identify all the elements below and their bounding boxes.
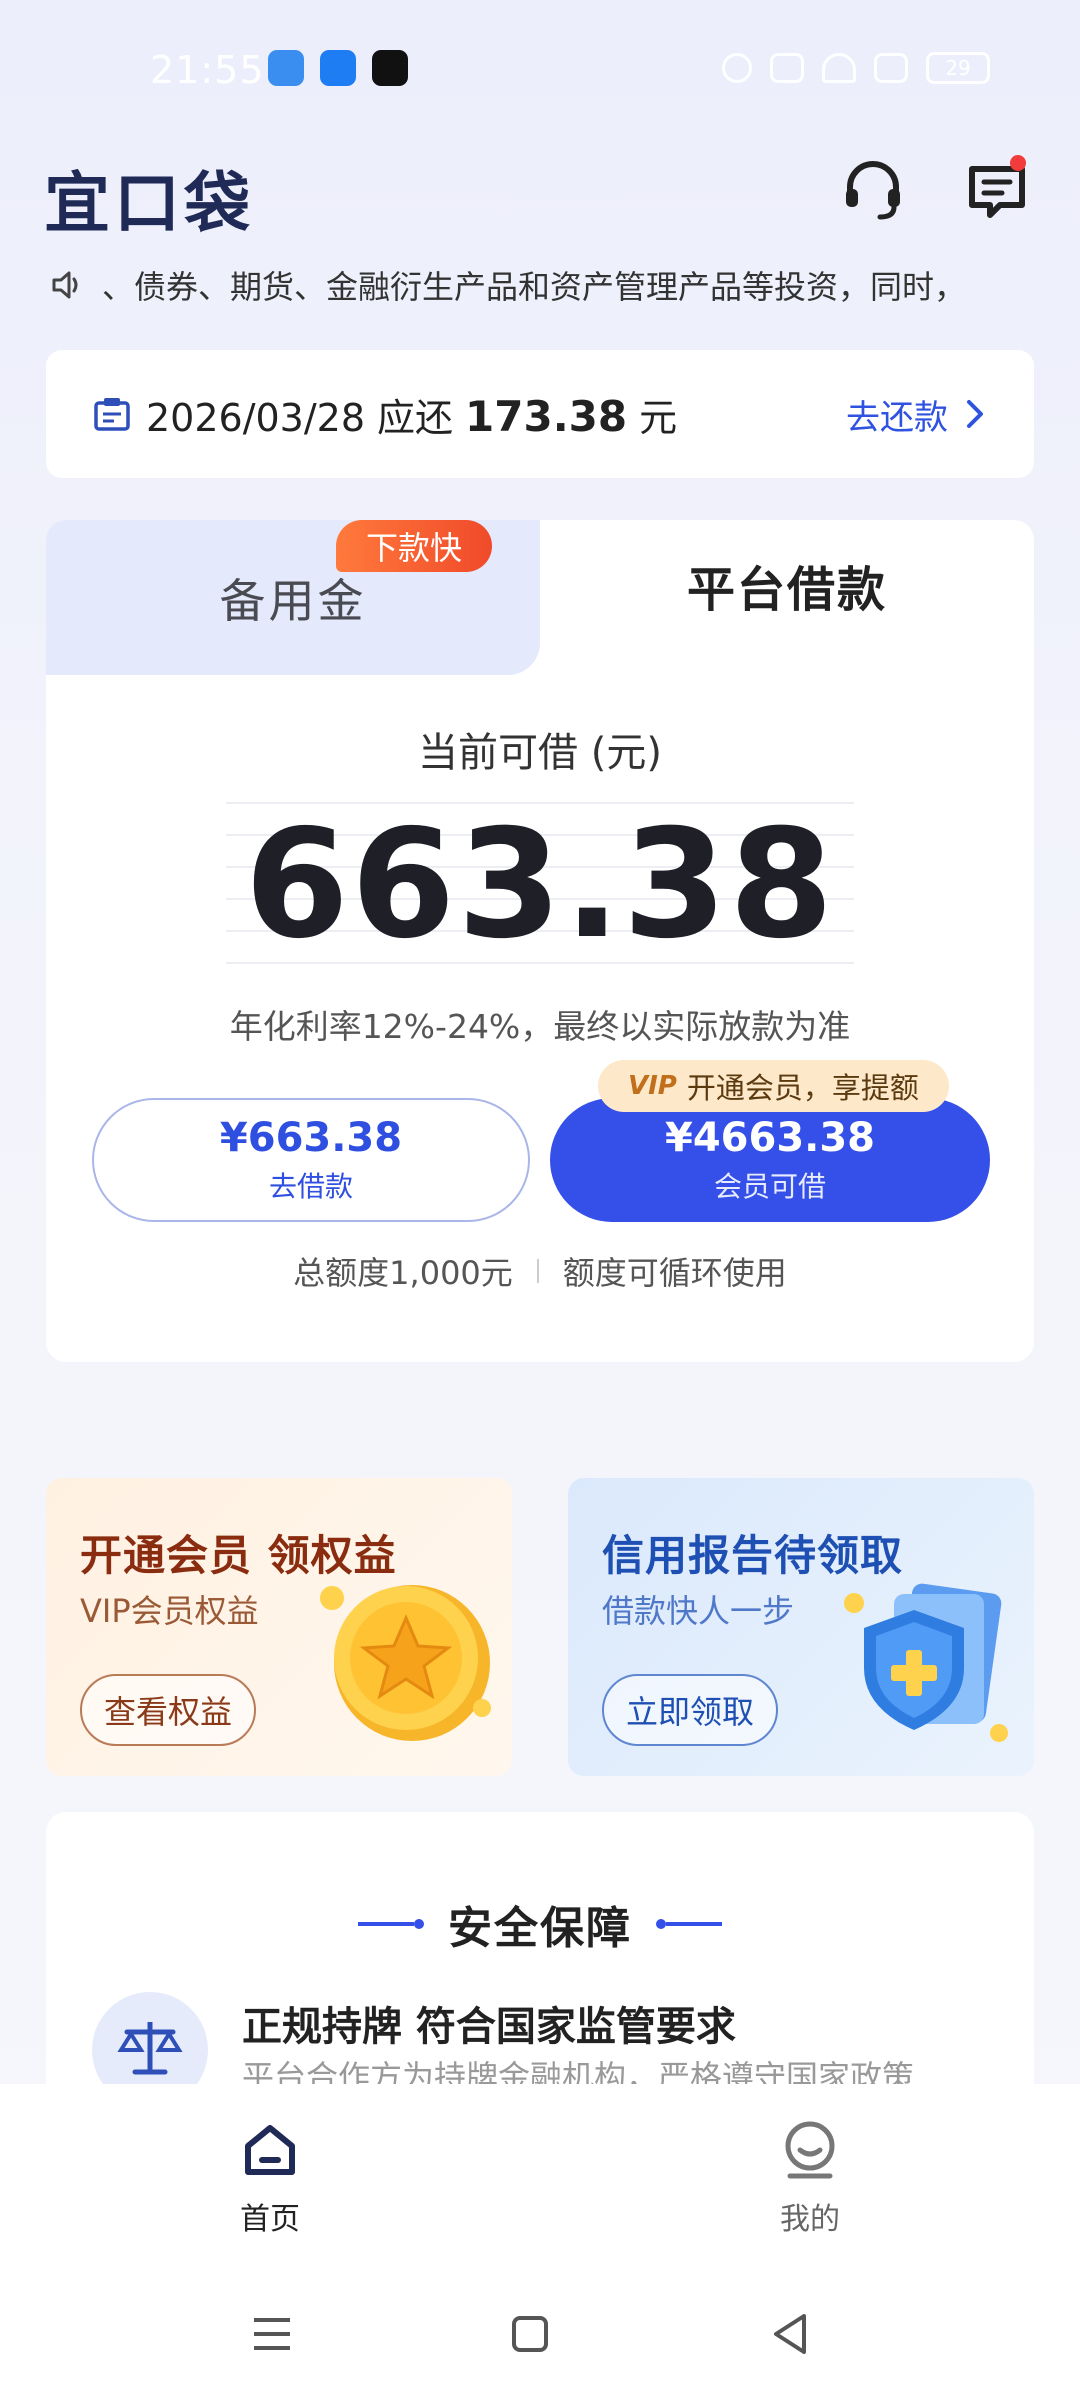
announcement-ticker[interactable]: 、债券、期货、金融衍生产品和资产管理产品等投资，同时， bbox=[50, 260, 1030, 310]
battery-level: 29 bbox=[945, 56, 971, 80]
tab-platform-loan-label: 平台借款 bbox=[686, 562, 887, 618]
borrow-amount: ¥663.38 bbox=[219, 1115, 403, 1161]
security-item-title: 正规持牌 符合国家监管要求 bbox=[242, 2004, 736, 2050]
vip-borrow-amount: ¥4663.38 bbox=[664, 1115, 876, 1161]
status-bar: 21:55 29 bbox=[0, 0, 1080, 140]
menu-icon[interactable] bbox=[242, 2304, 302, 2364]
repayment-date: 2026/03/28 bbox=[146, 395, 366, 440]
app-notification-icon bbox=[268, 50, 304, 86]
alarm-icon bbox=[722, 53, 752, 83]
promo-credit-subtitle: 借款快人一步 bbox=[602, 1592, 795, 1630]
available-amount: 663.38 bbox=[244, 798, 836, 972]
rate-note: 年化利率12%-24%，最终以实际放款为准 bbox=[229, 1007, 851, 1046]
chevron-right-icon bbox=[967, 400, 983, 428]
quota-info: 总额度1,000元 额度可循环使用 bbox=[46, 1248, 1034, 1294]
repayment-unit: 元 bbox=[639, 395, 678, 440]
shield-report-icon bbox=[844, 1583, 1008, 1742]
view-benefits-button[interactable]: 查看权益 bbox=[80, 1674, 257, 1746]
quota-divider bbox=[536, 1259, 539, 1283]
files-notification-icon bbox=[320, 50, 356, 86]
unread-dot bbox=[1010, 155, 1026, 171]
available-label: 当前可借 (元) bbox=[418, 730, 662, 776]
bill-icon bbox=[94, 398, 130, 431]
speaker-icon bbox=[52, 271, 78, 299]
promo-credit-card[interactable]: 信用报告待领取 借款快人一步 立即领取 bbox=[568, 1478, 1034, 1776]
wifi-icon bbox=[822, 53, 856, 83]
repayment-amount: 173.38 bbox=[465, 391, 628, 441]
status-time: 21:55 bbox=[150, 48, 265, 92]
quota-note: 额度可循环使用 bbox=[562, 1254, 787, 1292]
ticker-text: 、债券、期货、金融衍生产品和资产管理产品等投资，同时， bbox=[102, 268, 967, 306]
promo-vip-subtitle: VIP会员权益 bbox=[80, 1592, 259, 1630]
claim-now-button[interactable]: 立即领取 bbox=[602, 1674, 779, 1746]
fast-payout-badge: 下款快 bbox=[336, 520, 493, 572]
security-title-row: 安全保障 bbox=[46, 1892, 1034, 1956]
status-right-icons: 29 bbox=[722, 52, 990, 84]
loan-card: 备用金 平台借款 下款快 当前可借 (元) 663.38 年化利率12%-24%… bbox=[46, 520, 1034, 1362]
app-logo: 宜口袋 bbox=[44, 165, 254, 242]
security-title: 安全保障 bbox=[448, 1903, 632, 1954]
tab-reserve-fund-label: 备用金 bbox=[219, 573, 367, 628]
home-square-icon[interactable] bbox=[500, 2304, 560, 2364]
bottom-navigation: 首页 我的 bbox=[0, 2084, 1080, 2400]
back-icon[interactable] bbox=[760, 2304, 820, 2364]
nav-mine[interactable]: 我的 bbox=[730, 2120, 890, 2238]
battery-icon: 29 bbox=[926, 52, 990, 84]
home-icon bbox=[245, 2125, 295, 2175]
repayment-due-label: 应还 bbox=[377, 395, 454, 440]
repay-link-label: 去还款 bbox=[846, 397, 948, 438]
vip-icon: VIP bbox=[628, 1071, 677, 1101]
vip-borrow-button[interactable]: ¥4663.38 会员可借 bbox=[550, 1098, 990, 1222]
repayment-info: 2026/03/28 应还 173.38 元 bbox=[146, 387, 677, 442]
title-decoration-left bbox=[358, 1919, 424, 1929]
repayment-card[interactable]: 2026/03/28 应还 173.38 元 去还款 bbox=[46, 350, 1034, 478]
gold-star-coin-icon bbox=[320, 1585, 491, 1741]
hd-icon bbox=[770, 53, 804, 83]
tab-platform-loan[interactable]: 平台借款 bbox=[540, 520, 1034, 650]
tiktok-notification-icon bbox=[372, 50, 408, 86]
borrow-label: 去借款 bbox=[268, 1170, 353, 1203]
repay-now-link[interactable]: 去还款 bbox=[846, 390, 986, 439]
signal-icon bbox=[874, 53, 908, 83]
nav-mine-label: 我的 bbox=[780, 2202, 840, 2237]
vip-upgrade-tag[interactable]: VIP 开通会员，享提额 bbox=[598, 1060, 949, 1112]
promo-vip-card[interactable]: 开通会员 领权益 VIP会员权益 查看权益 bbox=[46, 1478, 512, 1776]
vip-borrow-label: 会员可借 bbox=[713, 1170, 826, 1203]
title-decoration-right bbox=[656, 1919, 722, 1929]
nav-home[interactable]: 首页 bbox=[190, 2120, 350, 2238]
borrow-button[interactable]: ¥663.38 去借款 bbox=[92, 1098, 530, 1222]
headset-icon bbox=[846, 161, 900, 220]
vip-tag-text: 开通会员，享提额 bbox=[686, 1071, 919, 1105]
balance-scale-icon bbox=[117, 2022, 183, 2075]
profile-icon bbox=[785, 2121, 835, 2179]
quota-total: 总额度1,000元 bbox=[293, 1254, 513, 1292]
security-card: 安全保障 正规持牌 符合国家监管要求 平台合作方为持牌金融机构，严格遵守国家政策 bbox=[46, 1812, 1034, 2112]
nav-home-label: 首页 bbox=[240, 2202, 300, 2237]
message-button[interactable] bbox=[962, 155, 1032, 225]
customer-service-button[interactable] bbox=[838, 155, 908, 225]
system-navigation-bar bbox=[0, 2282, 1080, 2400]
